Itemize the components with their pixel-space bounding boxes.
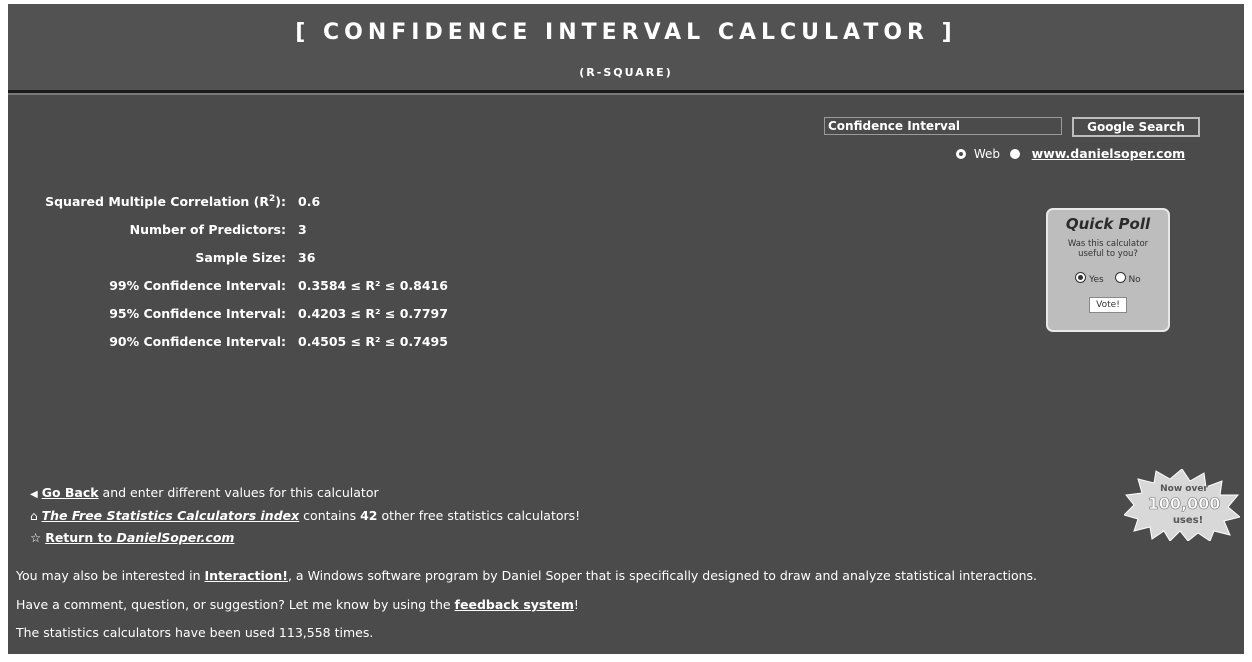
result-label: 90% Confidence Interval: [109,334,286,349]
interaction-line: You may also be interested in Interactio… [16,568,1038,583]
result-value: 36 [298,250,316,265]
badge-line-3: uses! [1173,515,1203,526]
result-value: 0.4203 ≤ R² ≤ 0.7797 [298,306,448,321]
result-label: 99% Confidence Interval: [109,278,286,293]
result-value: 0.4505 ≤ R² ≤ 0.7495 [298,334,448,349]
feedback-link[interactable]: feedback system [455,597,574,612]
return-line: ☆ Return to DanielSoper.com [30,527,580,548]
radio-web-label: Web [973,147,1000,161]
result-value: 0.3584 ≤ R² ≤ 0.8416 [298,278,448,293]
star-icon: ☆ [30,530,42,545]
page-title: [ CONFIDENCE INTERVAL CALCULATOR ] [295,20,957,45]
poll-radio-yes[interactable] [1075,272,1087,283]
vote-button[interactable]: Vote! [1089,297,1127,313]
poll-options: Yes No [1048,271,1168,285]
radio-site[interactable] [1009,149,1020,159]
badge-line-2: 100,000 [1148,494,1221,513]
result-value: 3 [298,222,307,237]
calculators-index-link[interactable]: The Free Statistics Calculators index [42,508,300,523]
poll-radio-no[interactable] [1114,272,1126,283]
badge-line-1: Now over [1160,484,1208,494]
poll-no-label: No [1128,275,1141,285]
nav-links: ◀ Go Back and enter different values for… [30,482,580,548]
page: [ CONFIDENCE INTERVAL CALCULATOR ] (R-SQ… [8,4,1244,654]
radio-site-label[interactable]: www.danielsoper.com [1032,146,1186,161]
calculator-count: 42 [360,508,378,523]
go-back-link[interactable]: Go Back [42,485,99,500]
header-bar: [ CONFIDENCE INTERVAL CALCULATOR ] (R-SQ… [8,4,1244,93]
poll-yes-label: Yes [1089,275,1104,285]
interaction-link[interactable]: Interaction! [205,568,288,583]
result-value: 0.6 [298,194,321,209]
result-label: Squared Multiple Correlation (R2): [45,194,286,210]
page-subtitle: (R-SQUARE) [579,66,673,79]
usage-badge: Now over 100,000 uses! [1124,469,1240,541]
usage-count: The statistics calculators have been use… [16,625,374,640]
search-scope-options: Web www.danielsoper.com [956,146,1185,161]
home-icon: ⌂ [30,509,38,523]
result-label: Number of Predictors: [129,222,286,237]
radio-web[interactable] [956,149,966,159]
index-line: ⌂ The Free Statistics Calculators index … [30,508,581,523]
return-link[interactable]: Return to DanielSoper.com [45,530,234,545]
google-search-button[interactable]: Google Search [1072,117,1200,137]
poll-title: Quick Poll [1065,215,1151,233]
poll-question: Was this calculator useful to you? [1067,239,1149,259]
search-input[interactable] [824,117,1062,135]
back-arrow-icon: ◀ [30,489,38,500]
result-label: Sample Size: [195,250,286,265]
go-back-text: and enter different values for this calc… [98,485,379,500]
quick-poll: Quick Poll Was this calculator useful to… [1046,208,1170,332]
result-label: 95% Confidence Interval: [109,306,286,321]
go-back-line: ◀ Go Back and enter different values for… [30,482,580,505]
feedback-line: Have a comment, question, or suggestion?… [16,597,579,612]
